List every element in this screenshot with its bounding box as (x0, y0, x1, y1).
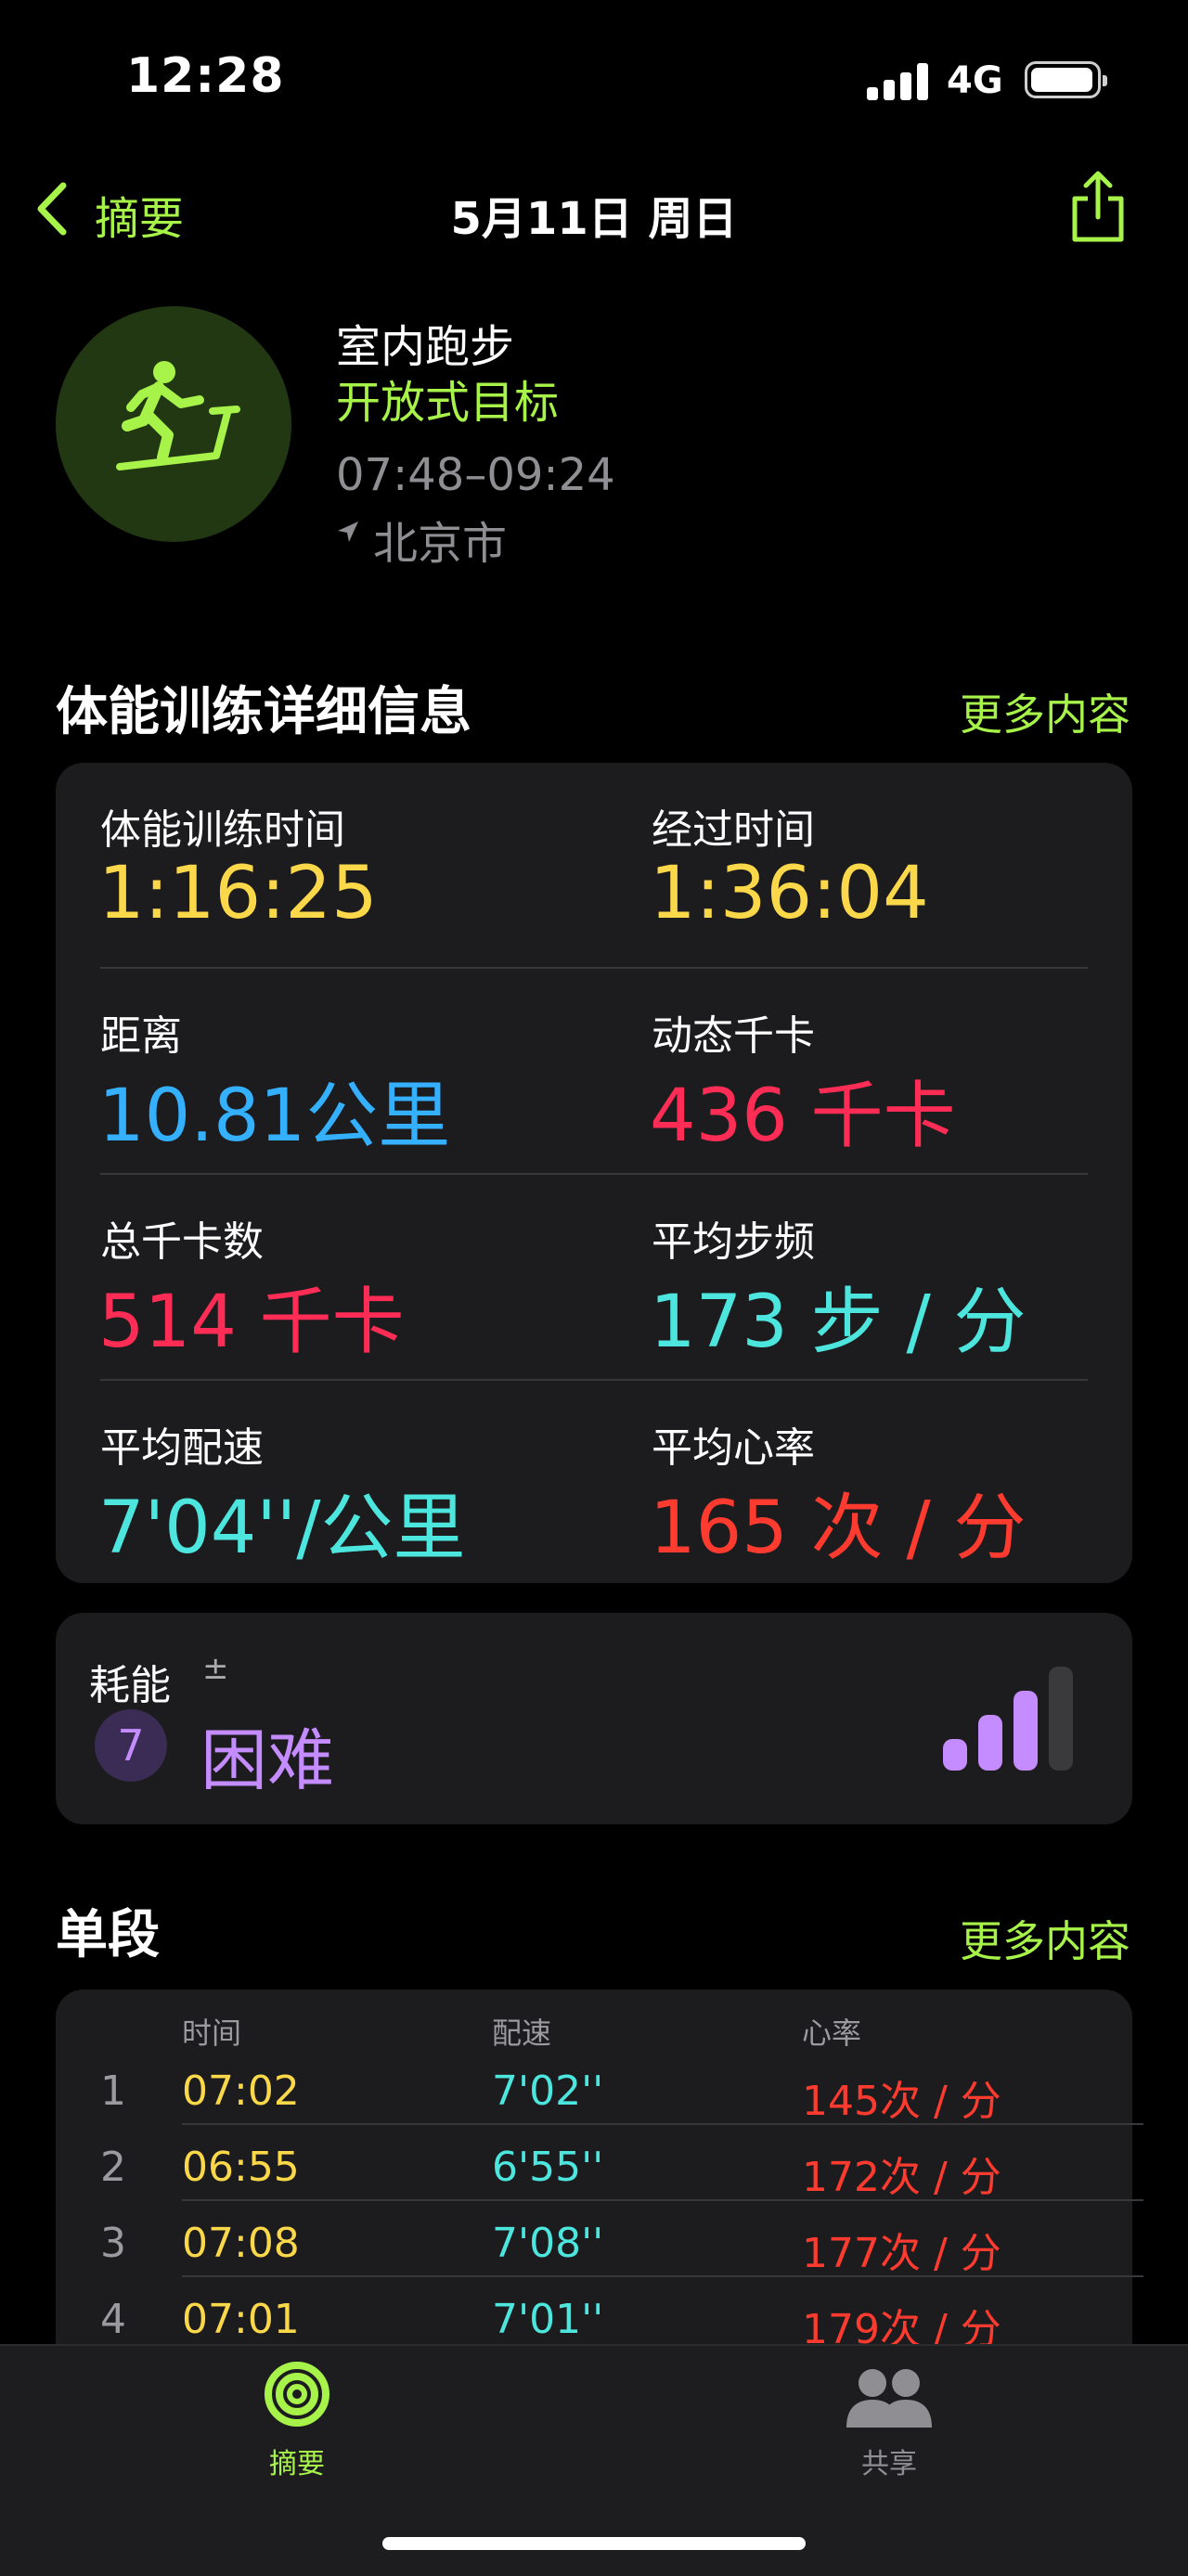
splits-section-title: 单段 (56, 1905, 160, 1965)
tab-summary[interactable]: 摘要 (223, 2441, 371, 2481)
metric-label-workout-time: 体能训练时间 (100, 806, 345, 854)
workout-type-icon (56, 306, 291, 542)
metric-value-distance: 10.81公里 (98, 1075, 451, 1158)
metric-value-avg-cadence: 173 步 / 分 (650, 1281, 1027, 1364)
split-heart-rate: 145次 / 分 (802, 2078, 1001, 2125)
split-index: 2 (100, 2144, 126, 2191)
divider (100, 1379, 1088, 1381)
split-heart-rate: 177次 / 分 (802, 2230, 1001, 2277)
split-pace: 7'01'' (492, 2296, 604, 2343)
details-more-link[interactable]: 更多内容 (960, 681, 1130, 742)
split-time: 07:08 (182, 2220, 300, 2267)
status-time: 12:28 (126, 48, 285, 104)
splits-header-pace: 配速 (492, 2016, 552, 2051)
metric-label-avg-heart-rate: 平均心率 (652, 1424, 815, 1472)
effort-bar (943, 1739, 967, 1771)
share-icon[interactable] (1067, 169, 1129, 245)
effort-bar (978, 1715, 1002, 1771)
effort-bars-icon (943, 1667, 1073, 1771)
divider (100, 1173, 1088, 1175)
metric-label-active-calories: 动态千卡 (652, 1012, 815, 1060)
split-pace: 7'02'' (492, 2067, 604, 2115)
split-pace: 7'08'' (492, 2220, 604, 2267)
metric-label-avg-pace: 平均配速 (100, 1424, 264, 1472)
split-time: 07:02 (182, 2067, 300, 2115)
divider (100, 967, 1088, 969)
effort-level-badge: 7 (95, 1709, 167, 1782)
sharing-people-icon[interactable] (845, 2364, 934, 2429)
location-arrow-icon (338, 522, 358, 542)
metric-value-elapsed-time: 1:36:04 (650, 852, 929, 935)
home-indicator[interactable] (382, 2537, 806, 2550)
divider (182, 2123, 1143, 2125)
cellular-signal-icon (867, 61, 928, 100)
split-index: 1 (100, 2067, 126, 2115)
split-index: 4 (100, 2296, 126, 2343)
split-pace: 6'55'' (492, 2144, 604, 2191)
battery-icon (1025, 61, 1107, 98)
metric-value-workout-time: 1:16:25 (98, 852, 378, 935)
tab-sharing[interactable]: 共享 (815, 2441, 963, 2481)
splits-header-time: 时间 (182, 2016, 242, 2051)
splits-card: 时间 配速 心率 1 07:02 7'02'' 145次 / 分 2 06:55… (56, 1990, 1143, 2379)
split-index: 3 (100, 2220, 126, 2267)
divider (182, 2199, 1143, 2201)
workout-time-range: 07:48–09:24 (336, 449, 615, 501)
metric-label-elapsed-time: 经过时间 (652, 806, 815, 854)
network-type: 4G (947, 59, 1003, 102)
effort-bar (1049, 1667, 1073, 1771)
workout-goal: 开放式目标 (336, 377, 560, 429)
metric-label-total-calories: 总千卡数 (100, 1218, 264, 1266)
metric-value-avg-pace: 7'04''/公里 (98, 1487, 466, 1570)
metric-value-total-calories: 514 千卡 (98, 1281, 405, 1364)
divider (182, 2275, 1143, 2277)
workout-details-card: 体能训练时间 1:16:25 经过时间 1:36:04 距离 10.81公里 动… (56, 763, 1132, 1583)
effort-bar (1014, 1691, 1038, 1771)
workout-location: 北京市 (373, 518, 508, 570)
split-heart-rate: 172次 / 分 (802, 2154, 1001, 2201)
page-title: 5月11日 周日 (450, 193, 738, 245)
splits-header-heart-rate: 心率 (802, 2016, 862, 2051)
activity-rings-icon[interactable] (264, 2361, 330, 2428)
effort-adjust-icon[interactable]: ± (202, 1650, 229, 1687)
metric-value-avg-heart-rate: 165 次 / 分 (650, 1487, 1027, 1570)
details-section-title: 体能训练详细信息 (56, 682, 471, 742)
metric-label-distance: 距离 (100, 1012, 182, 1060)
split-time: 07:01 (182, 2296, 300, 2343)
effort-level-text: 困难 (200, 1721, 335, 1799)
splits-more-link[interactable]: 更多内容 (960, 1908, 1130, 1969)
treadmill-runner-icon (116, 361, 240, 470)
split-time: 06:55 (182, 2144, 300, 2191)
effort-label: 耗能 (89, 1662, 171, 1709)
metric-value-active-calories: 436 千卡 (650, 1075, 956, 1158)
metric-label-avg-cadence: 平均步频 (652, 1218, 815, 1266)
